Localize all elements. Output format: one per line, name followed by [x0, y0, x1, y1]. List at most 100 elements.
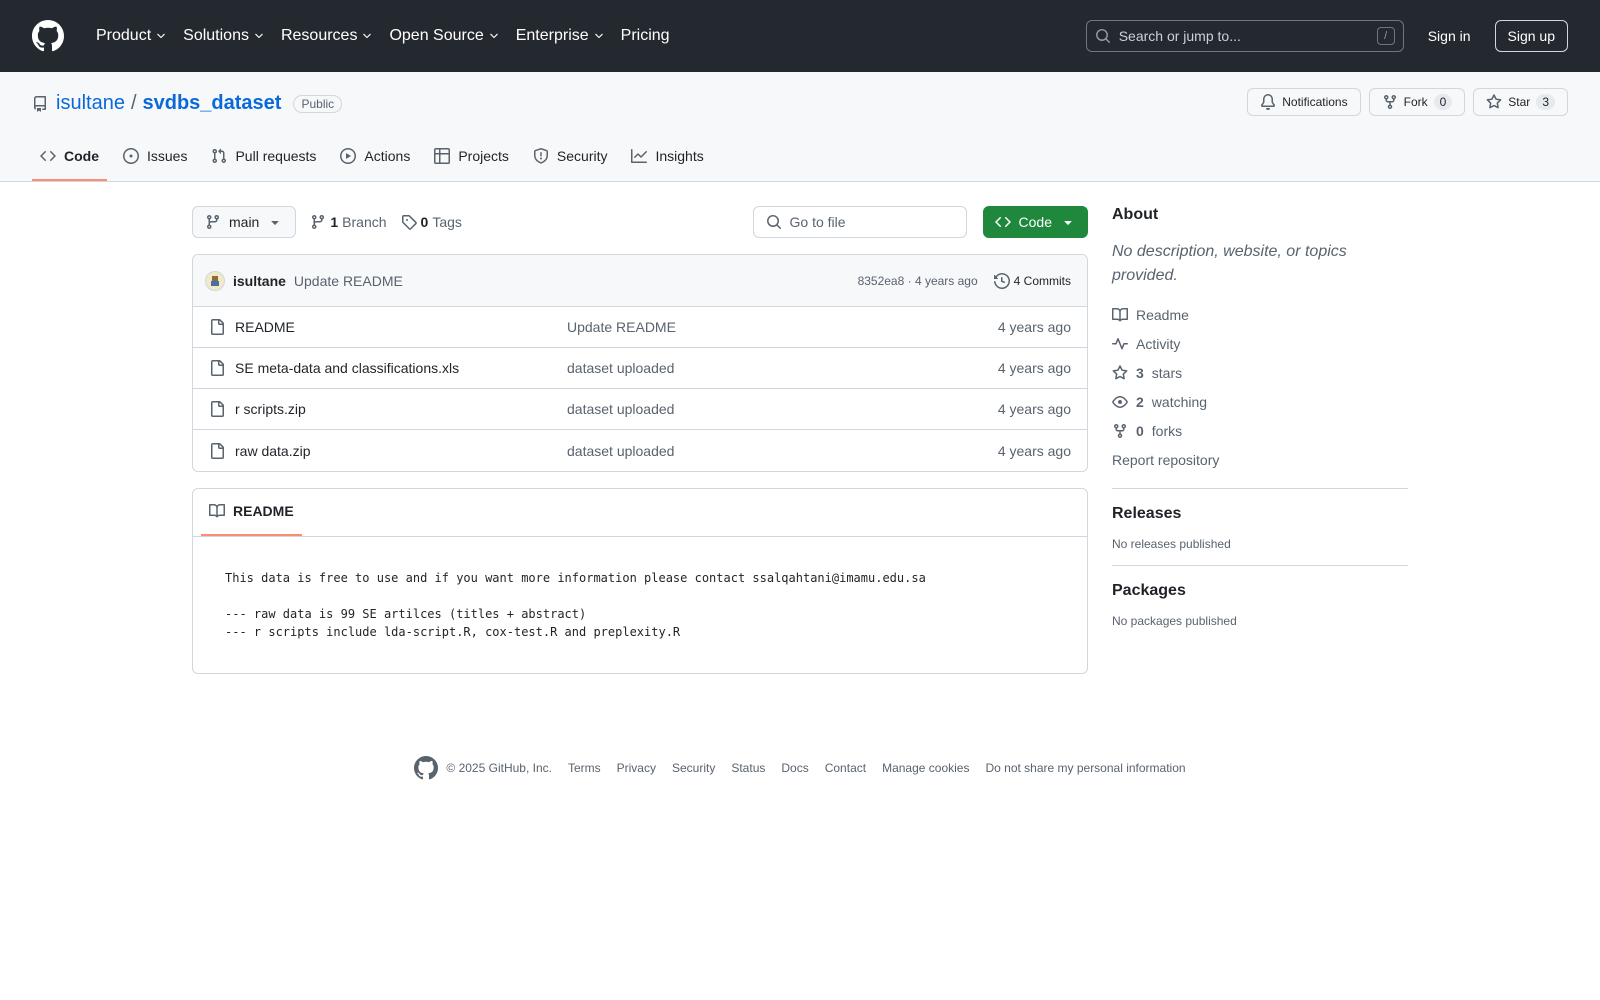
notifications-button[interactable]: Notifications [1247, 88, 1361, 116]
tab-pull-requests[interactable]: Pull requests [203, 133, 324, 181]
chevron-down-icon [255, 33, 263, 39]
file-row[interactable]: r scripts.zip dataset uploaded 4 years a… [193, 389, 1087, 430]
avatar[interactable] [205, 270, 225, 291]
visibility-badge: Public [293, 94, 343, 113]
footer-link-contact[interactable]: Contact [825, 761, 866, 775]
file-icon [211, 360, 224, 376]
tab-security[interactable]: Security [525, 133, 616, 181]
go-to-file-placeholder: Go to file [789, 214, 846, 230]
footer-link-do-not-share[interactable]: Do not share my personal information [985, 761, 1185, 775]
file-name-link[interactable]: r scripts.zip [235, 401, 567, 417]
nav-resources[interactable]: Resources [273, 18, 381, 54]
chevron-down-icon [157, 33, 165, 39]
nav-solutions[interactable]: Solutions [175, 18, 273, 54]
commit-message-link[interactable]: Update README [294, 273, 403, 289]
star-button[interactable]: Star 3 [1473, 88, 1568, 116]
tab-code[interactable]: Code [32, 133, 107, 181]
repo-icon [34, 95, 46, 112]
code-button-label: Code [1018, 214, 1052, 230]
readme-header: README [193, 489, 1087, 537]
packages-heading[interactable]: Packages [1112, 582, 1408, 600]
global-header: Product Solutions Resources Open Source … [0, 0, 1600, 72]
star-count: 3 [1536, 94, 1555, 110]
watching-link[interactable]: 2 watching [1112, 387, 1408, 416]
sidebar-divider [1112, 565, 1408, 566]
stars-label: stars [1151, 364, 1183, 381]
tags-link[interactable]: 0 Tags [401, 214, 462, 230]
fork-label: Fork [1403, 95, 1428, 109]
commit-hash-time[interactable]: 8352ea8 · 4 years ago [858, 274, 978, 288]
eye-icon [1112, 395, 1128, 408]
forks-count: 0 [1136, 422, 1144, 439]
go-to-file-input[interactable]: Go to file [752, 206, 967, 238]
footer-link-manage-cookies[interactable]: Manage cookies [882, 761, 969, 775]
footer-link-docs[interactable]: Docs [781, 761, 808, 775]
file-name-link[interactable]: README [235, 319, 567, 335]
repo-owner-link[interactable]: isultane [56, 92, 125, 115]
branch-selector[interactable]: main [192, 206, 297, 238]
readme-tab[interactable]: README [201, 488, 302, 536]
file-commit-message[interactable]: dataset uploaded [567, 443, 998, 459]
stars-link[interactable]: 3 stars [1112, 358, 1408, 387]
nav-open-source-label: Open Source [389, 27, 484, 44]
footer-link-privacy[interactable]: Privacy [617, 761, 656, 775]
file-name-link[interactable]: raw data.zip [235, 443, 567, 459]
sign-up-button[interactable]: Sign up [1494, 20, 1568, 52]
file-row[interactable]: SE meta-data and classifications.xls dat… [193, 348, 1087, 389]
search-icon [766, 215, 781, 230]
nav-pricing[interactable]: Pricing [613, 18, 678, 54]
search-shortcut-key: / [1376, 27, 1395, 45]
file-name-link[interactable]: SE meta-data and classifications.xls [235, 360, 567, 376]
nav-product[interactable]: Product [88, 18, 175, 54]
file-commit-message[interactable]: dataset uploaded [567, 360, 998, 376]
latest-commit-row: isultane Update README 8352ea8 · 4 years… [193, 255, 1087, 307]
code-icon [994, 216, 1011, 228]
file-row[interactable]: raw data.zip dataset uploaded 4 years ag… [193, 430, 1087, 471]
repo-path-separator: / [130, 92, 137, 114]
report-repository-link[interactable]: Report repository [1112, 445, 1408, 474]
forks-link[interactable]: 0 forks [1112, 416, 1408, 445]
fork-button[interactable]: Fork 0 [1368, 88, 1466, 116]
footer-link-security[interactable]: Security [672, 761, 715, 775]
commit-author-link[interactable]: isultane [233, 273, 286, 289]
stars-count: 3 [1136, 364, 1144, 381]
chevron-down-icon [489, 33, 498, 39]
star-icon [1112, 364, 1128, 379]
footer-link-status[interactable]: Status [731, 761, 765, 775]
tab-issues[interactable]: Issues [115, 133, 195, 181]
branch-icon [312, 215, 325, 230]
tab-projects[interactable]: Projects [426, 133, 517, 181]
notifications-label: Notifications [1282, 95, 1348, 109]
file-row[interactable]: README Update README 4 years ago [193, 307, 1087, 348]
footer-link-terms[interactable]: Terms [568, 761, 601, 775]
activity-link-label: Activity [1136, 335, 1181, 352]
readme-panel: README This data is free to use and if y… [192, 488, 1088, 674]
file-commit-date: 4 years ago [997, 442, 1071, 459]
nav-enterprise[interactable]: Enterprise [508, 18, 613, 54]
repo-title: isultane / svdbs_dataset Public [32, 92, 343, 115]
releases-heading[interactable]: Releases [1112, 505, 1408, 523]
watching-count: 2 [1136, 393, 1144, 410]
nav-enterprise-label: Enterprise [515, 27, 589, 44]
github-logo-icon[interactable] [32, 20, 64, 52]
commits-history-link[interactable]: 4 Commits [993, 272, 1071, 289]
branches-link[interactable]: 1 Branch [310, 214, 387, 230]
github-mark-icon[interactable] [414, 756, 439, 780]
file-commit-message[interactable]: dataset uploaded [567, 401, 998, 417]
sign-in-link[interactable]: Sign in [1428, 28, 1471, 44]
footer-brand: © 2025 GitHub, Inc. [414, 756, 552, 780]
file-browser-column: main 1 Branch 0 Tags Go to file Code isu… [192, 206, 1088, 674]
packages-empty-text: No packages published [1112, 614, 1237, 628]
tab-insights[interactable]: Insights [623, 133, 711, 181]
search-input[interactable]: Search or jump to... / [1085, 20, 1404, 52]
code-dropdown-button[interactable]: Code [982, 206, 1088, 238]
activity-link[interactable]: Activity [1112, 329, 1408, 358]
tab-actions[interactable]: Actions [332, 133, 418, 181]
readme-link[interactable]: Readme [1112, 300, 1408, 329]
file-commit-message[interactable]: Update README [567, 319, 998, 335]
nav-open-source[interactable]: Open Source [381, 18, 507, 54]
about-heading: About [1112, 206, 1159, 223]
repo-name-link[interactable]: svdbs_dataset [143, 92, 282, 115]
sidebar-divider [1112, 488, 1408, 489]
shield-icon [533, 148, 548, 164]
